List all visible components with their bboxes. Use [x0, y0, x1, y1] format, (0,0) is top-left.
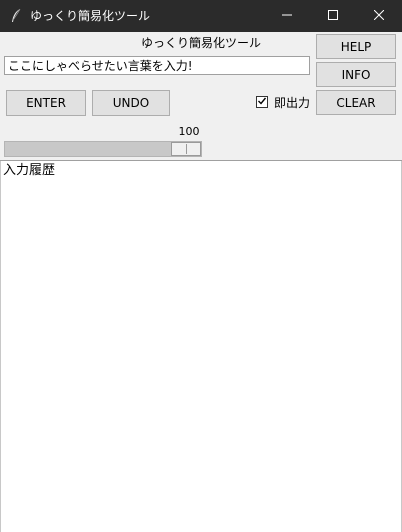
maximize-icon	[328, 9, 338, 23]
control-panel: ゆっくり簡易化ツール HELP INFO CLEAR ENTER UNDO 即出…	[0, 32, 402, 160]
enter-button[interactable]: ENTER	[6, 90, 86, 116]
instant-output-checkbox[interactable]	[256, 96, 268, 108]
minimize-icon	[282, 9, 292, 23]
clear-button[interactable]: CLEAR	[316, 90, 396, 115]
title-bar: ゆっくり簡易化ツール	[0, 0, 402, 32]
undo-button[interactable]: UNDO	[92, 90, 170, 116]
feather-icon	[10, 8, 22, 24]
minimize-button[interactable]	[264, 0, 310, 32]
close-button[interactable]	[356, 0, 402, 32]
maximize-button[interactable]	[310, 0, 356, 32]
info-button[interactable]: INFO	[316, 62, 396, 87]
history-area[interactable]: 入力履歴	[0, 161, 402, 532]
instant-output-label: 即出力	[274, 96, 311, 110]
close-icon	[373, 9, 385, 23]
scale-thumb[interactable]	[171, 142, 201, 156]
help-button[interactable]: HELP	[316, 34, 396, 59]
speech-text-input[interactable]	[4, 56, 310, 75]
scale-value: 100	[178, 125, 200, 138]
volume-scale[interactable]	[4, 141, 202, 157]
history-title: 入力履歴	[3, 163, 56, 178]
checkmark-icon	[257, 95, 267, 109]
window-title: ゆっくり簡易化ツール	[30, 9, 151, 23]
